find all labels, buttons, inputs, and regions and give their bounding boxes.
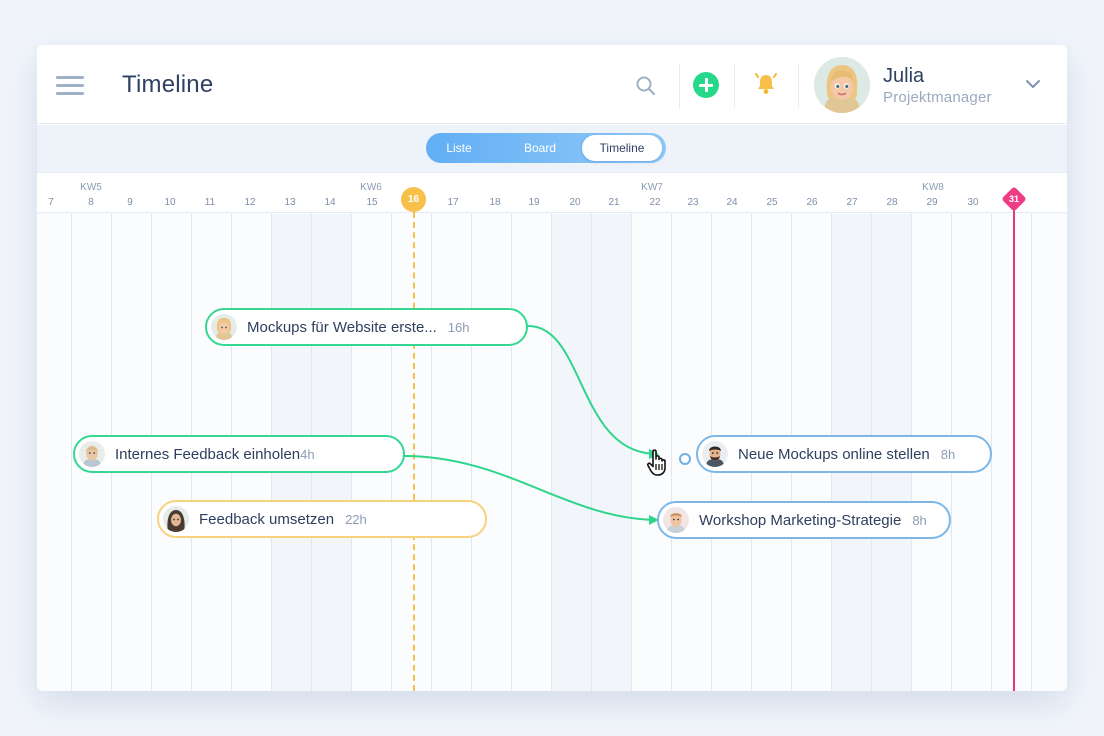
app-window: Timeline Julia Projektmanager Liste Boar… [37, 45, 1067, 691]
task-bar[interactable]: Neue Mockups online stellen 8h [696, 435, 992, 473]
day-label: 24 [726, 197, 738, 208]
day-label: 27 [846, 197, 858, 208]
day-label: 18 [489, 197, 501, 208]
tab-timeline[interactable]: Timeline [582, 135, 662, 161]
assignee-avatar [702, 441, 728, 467]
week-label: KW8 [922, 182, 944, 193]
header-divider [679, 64, 680, 108]
chevron-down-icon[interactable] [1025, 78, 1041, 90]
task-hours: 16h [447, 319, 470, 335]
day-label: 10 [164, 197, 176, 208]
day-label: 7 [48, 197, 54, 208]
day-label: 8 [88, 197, 94, 208]
task-bar[interactable]: Workshop Marketing-Strategie 8h [657, 501, 951, 539]
deadline-label: 31 [1008, 194, 1019, 204]
grid-line [1031, 214, 1032, 691]
day-label: 29 [926, 197, 938, 208]
dependency-link-handle[interactable] [679, 453, 691, 465]
grid-line [511, 214, 512, 691]
day-label: 26 [806, 197, 818, 208]
day-label: 15 [366, 197, 378, 208]
grid-line [671, 214, 672, 691]
grid-line [71, 214, 72, 691]
search-icon[interactable] [635, 75, 657, 97]
task-title: Internes Feedback einholen [115, 445, 301, 463]
day-label: 23 [687, 197, 699, 208]
page-title: Timeline [122, 71, 214, 98]
task-title: Mockups für Website erste... [247, 318, 437, 336]
day-label: 22 [649, 197, 661, 208]
grid-line [551, 214, 552, 691]
day-label: 13 [284, 197, 296, 208]
day-label: 28 [886, 197, 898, 208]
timeline-date-header: KW5 KW6 KW7 KW8 7 8 9 10 11 12 13 14 15 … [37, 174, 1067, 213]
grid-line [471, 214, 472, 691]
task-title: Neue Mockups online stellen [738, 445, 930, 463]
assignee-avatar [211, 314, 237, 340]
week-label: KW6 [360, 182, 382, 193]
hand-cursor-icon [647, 449, 666, 476]
view-switch: Liste Board Timeline [426, 133, 666, 163]
day-label: 25 [766, 197, 778, 208]
user-role: Projektmanager [883, 89, 992, 106]
day-label: 12 [244, 197, 256, 208]
today-marker[interactable]: 16 [401, 187, 426, 212]
grid-line [631, 214, 632, 691]
task-hours: 8h [940, 446, 956, 462]
week-label: KW7 [641, 182, 663, 193]
view-toolbar: Liste Board Timeline [37, 125, 1067, 173]
task-hours: 8h [912, 512, 927, 528]
task-title: Workshop Marketing-Strategie [699, 511, 902, 529]
header-divider [734, 64, 735, 108]
task-bar[interactable]: Feedback umsetzen 22h [157, 500, 487, 538]
day-label: 20 [569, 197, 581, 208]
bell-icon[interactable] [753, 71, 779, 97]
day-label: 14 [324, 197, 336, 208]
hamburger-menu-icon[interactable] [56, 76, 84, 95]
tab-liste[interactable]: Liste [430, 135, 488, 161]
grid-line [431, 214, 432, 691]
grid-line [591, 214, 592, 691]
timeline-area: KW5 KW6 KW7 KW8 7 8 9 10 11 12 13 14 15 … [37, 174, 1067, 691]
task-hours: 22h [345, 511, 367, 527]
day-label: 9 [127, 197, 133, 208]
deadline-line [1013, 208, 1015, 691]
header-divider [798, 64, 799, 108]
day-label: 11 [204, 197, 216, 208]
task-hours: 4h [300, 446, 315, 462]
add-button[interactable] [693, 72, 719, 98]
day-label: 30 [967, 197, 979, 208]
assignee-avatar [79, 441, 105, 467]
today-line [413, 212, 415, 691]
weekend-column [552, 214, 632, 691]
week-label: KW5 [80, 182, 102, 193]
day-label: 17 [447, 197, 459, 208]
assignee-avatar [163, 506, 189, 532]
user-avatar[interactable] [814, 57, 870, 113]
tab-board[interactable]: Board [502, 135, 578, 161]
task-bar[interactable]: Mockups für Website erste... 16h [205, 308, 528, 346]
user-name: Julia [883, 65, 925, 87]
task-title: Feedback umsetzen [199, 510, 335, 528]
header-bar: Timeline Julia Projektmanager [37, 45, 1067, 124]
day-label: 21 [608, 197, 620, 208]
day-label: 19 [528, 197, 540, 208]
task-bar[interactable]: Internes Feedback einholen 4h [73, 435, 405, 473]
user-avatar-image [814, 57, 870, 113]
assignee-avatar [663, 507, 689, 533]
